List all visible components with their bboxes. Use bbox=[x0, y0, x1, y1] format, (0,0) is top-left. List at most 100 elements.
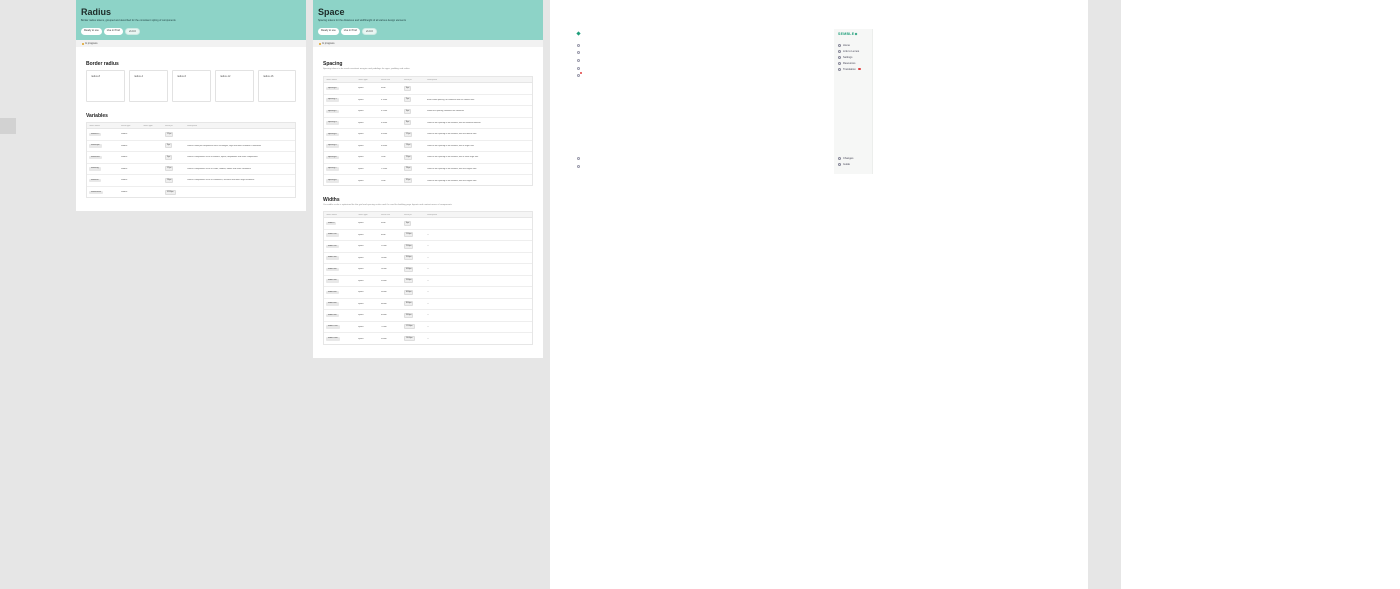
th-token-type: Token type bbox=[143, 124, 153, 127]
changes-icon bbox=[838, 156, 841, 160]
blank-frame bbox=[1121, 0, 1400, 589]
table-row: width-1440 Space 90rem 1440px — bbox=[324, 333, 532, 345]
settings-icon[interactable] bbox=[577, 59, 580, 62]
token-tag: width-800 bbox=[326, 302, 339, 306]
cell-token-type: Space bbox=[356, 99, 379, 101]
value-rem-text: 0rem bbox=[381, 87, 386, 90]
cell-token-type: Space bbox=[356, 291, 379, 293]
cell-token-name: radius-12 bbox=[87, 132, 119, 136]
cell-value-type: Radius bbox=[119, 168, 141, 170]
cell-description: Used as the spacing of an element, with … bbox=[425, 180, 532, 182]
description-text: — bbox=[427, 337, 429, 340]
token-tag: radius-full bbox=[89, 155, 102, 159]
value-type-text: Radius bbox=[121, 191, 128, 194]
token-tag: spacing-6 bbox=[326, 155, 339, 159]
resources-icon[interactable] bbox=[577, 67, 580, 70]
cell-token-name: spacing-1 bbox=[324, 98, 356, 102]
description-text: — bbox=[427, 291, 429, 294]
token-type-text: Space bbox=[358, 167, 364, 170]
cell-value-px: 8px bbox=[402, 120, 425, 126]
th-token-type: Token type bbox=[358, 213, 368, 216]
token-type-text: Space bbox=[358, 291, 364, 294]
value-type-text: Radius bbox=[121, 167, 128, 170]
pill-live[interactable]: Live in Prod bbox=[103, 28, 123, 35]
cell-value-type: Radius bbox=[119, 156, 141, 158]
link-icon[interactable] bbox=[577, 51, 580, 54]
description-text: Extra small spacing, for elements with n… bbox=[427, 98, 475, 101]
cell-value-px: 0px bbox=[402, 220, 425, 226]
translation-icon[interactable] bbox=[577, 74, 580, 77]
token-type-text: Space bbox=[358, 121, 364, 124]
value-rem-text: 1.5rem bbox=[381, 167, 388, 170]
cell-value-rem: 0.1rem bbox=[379, 99, 402, 101]
pill-group: Ready to use Live in Prod v1.0.0 bbox=[318, 28, 379, 35]
rail-logo-icon[interactable] bbox=[576, 31, 581, 36]
cell-description: Used as the spacing of an element, with … bbox=[425, 133, 532, 135]
status-label: In progress bbox=[85, 42, 98, 45]
sidebar-item-label: Translation bbox=[843, 67, 856, 71]
token-tag: width-200 bbox=[326, 244, 339, 248]
home-icon[interactable] bbox=[577, 44, 580, 47]
description-text: Small first spacing, between the element… bbox=[427, 110, 464, 113]
value-px-tag: 16px bbox=[165, 177, 174, 183]
description-text: Used as the spacing of an element, with … bbox=[427, 167, 477, 170]
cell-token-name: width-100 bbox=[324, 233, 356, 237]
token-type-text: Space bbox=[358, 110, 364, 113]
table-row: width-1200 Space 72rem 1200px — bbox=[324, 322, 532, 333]
token-type-text: Space bbox=[358, 268, 364, 271]
cell-value-rem: 0.2rem bbox=[379, 110, 402, 112]
value-px-tag: 0px bbox=[404, 220, 412, 226]
canvas-edge-tab[interactable] bbox=[0, 118, 16, 134]
cell-value-px: 0px bbox=[402, 85, 425, 91]
token-tag: width-600 bbox=[326, 290, 339, 294]
token-type-text: Space bbox=[358, 144, 364, 147]
cell-description: — bbox=[425, 303, 532, 305]
spacing-description: Spacing tokens to be used consistent mar… bbox=[323, 68, 410, 70]
pill-version[interactable]: v1.0.0 bbox=[124, 28, 140, 35]
cell-description: — bbox=[425, 234, 532, 236]
token-tag: width-1440 bbox=[326, 337, 340, 341]
value-px-tag: 500px bbox=[404, 278, 414, 284]
pill-version[interactable]: v1.0.0 bbox=[361, 28, 377, 35]
cell-value-type: Radius bbox=[119, 191, 141, 193]
radius-card-label: radius-16 bbox=[263, 75, 274, 78]
status-dot-icon bbox=[319, 42, 321, 45]
pill-ready[interactable]: Ready to use bbox=[81, 28, 102, 35]
sidebar-item-guide[interactable]: Guide bbox=[838, 161, 871, 167]
table-row: spacing-2 Space 0.2rem 4px Small first spaci… bbox=[324, 106, 532, 118]
pill-group: Ready to use Live in Prod v1.0.0 bbox=[81, 28, 142, 35]
value-type-text: Radius bbox=[121, 179, 128, 182]
token-type-text: Space bbox=[358, 337, 364, 340]
description-text: — bbox=[427, 268, 429, 271]
guide-icon[interactable] bbox=[577, 165, 580, 168]
description-text: Used in components such as containers, s… bbox=[187, 179, 255, 182]
radius-header: Radius Border radius tokens, grouped and… bbox=[76, 0, 306, 40]
table-row: width-960 Space 60rem 960px — bbox=[324, 310, 532, 322]
table-row: width-500 Space 30rem 500px — bbox=[324, 276, 532, 287]
table-row: spacing-8 Space 2rem 32px Used as the spacin… bbox=[324, 175, 532, 187]
sidebar-nav: Home Link to Lumos Settings Resources Tr… bbox=[838, 42, 871, 72]
space-statusbar: In progress bbox=[313, 40, 543, 47]
value-type-text: Radius bbox=[121, 133, 128, 136]
changes-icon[interactable] bbox=[577, 157, 580, 160]
cell-token-type: Space bbox=[356, 122, 379, 124]
token-tag: width-1200 bbox=[326, 325, 340, 329]
translation-badge-icon bbox=[857, 68, 861, 70]
token-type-text: Space bbox=[358, 256, 364, 259]
pill-ready[interactable]: Ready to use bbox=[318, 28, 339, 35]
cell-description: Used as the spacing of an element, with … bbox=[425, 145, 532, 147]
description-text: — bbox=[427, 279, 429, 282]
sidebar-item-translation[interactable]: Translation bbox=[838, 66, 871, 72]
widths-title: Widths bbox=[323, 197, 340, 203]
table-row: spacing-6 Space 1rem 20px Used as the spacin… bbox=[324, 152, 532, 164]
radius-card-3: radius-6 bbox=[172, 70, 211, 102]
cell-value-px: 600px bbox=[402, 289, 425, 295]
token-tag: spacing-4 bbox=[326, 132, 339, 136]
token-tag: width-300 bbox=[326, 256, 339, 260]
pill-live[interactable]: Live in Prod bbox=[340, 28, 360, 35]
table-row: width-600 Space 36rem 600px — bbox=[324, 287, 532, 299]
cell-token-name: width-960 bbox=[324, 313, 356, 317]
cell-token-name: spacing-0 bbox=[324, 86, 356, 90]
description-text: Used in components such as cards, modals… bbox=[187, 167, 251, 170]
token-type-text: Space bbox=[358, 245, 364, 248]
